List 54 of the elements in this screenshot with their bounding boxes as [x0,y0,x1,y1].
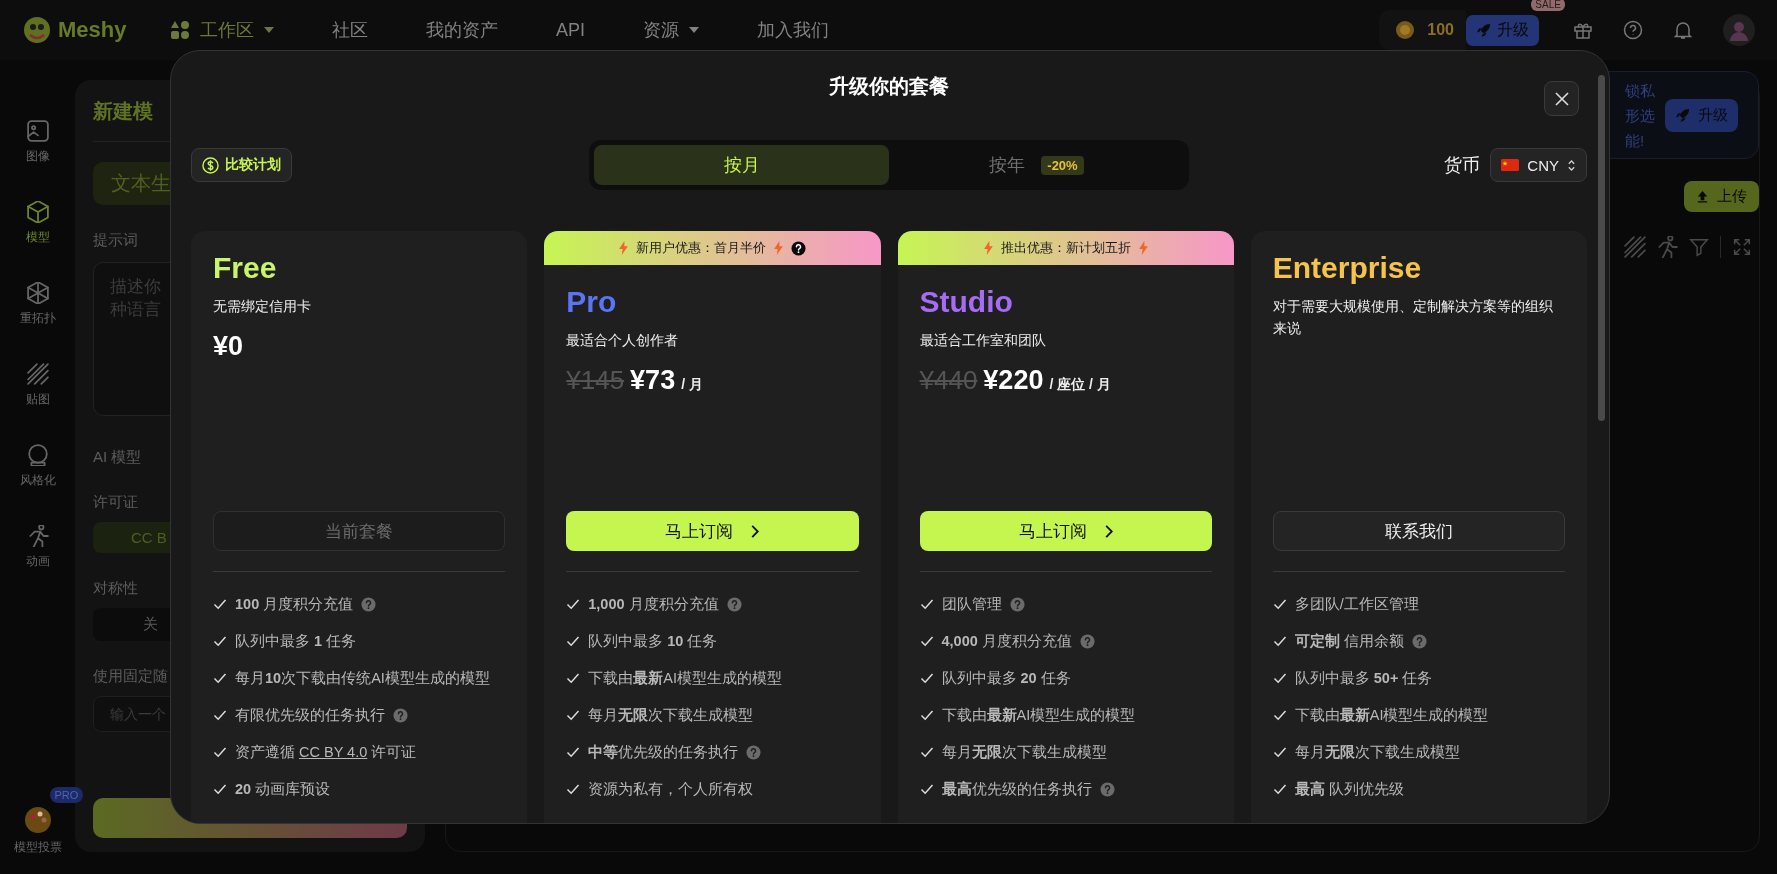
feature-text: 最高优先级的任务执行 [941,780,1092,799]
feature-text: 100 月度积分充值 [235,595,354,614]
price-unit: / 座位 / 月 [1049,376,1111,394]
feature-text: 多团队/工作区管理 [1294,595,1419,614]
banner-text: 新用户优惠：首月半价 [635,239,766,257]
plan-name: Enterprise [1272,251,1423,285]
plan-description: 最适合工作室和团队 [919,331,1047,350]
feature-text: 可定制 信用余额 [1294,632,1404,651]
feature-text: 下载由最新AI模型生成的模型 [1294,706,1489,725]
plan-description: 对于需要大规模使用、定制解决方案等的组织来说 [1272,297,1554,338]
feature-text: 20 动画库预设 [235,780,331,799]
feature-text: 队列中最多 10 任务 [588,632,718,651]
feature-text: 下载由最新AI模型生成的模型 [588,669,782,688]
feature-text: 4,000 月度积分充值 [941,632,1072,651]
feature-text: 团队管理 [941,595,1002,614]
sale-badge: SALE [1531,0,1565,11]
plan-price: ¥73 [630,365,676,396]
currency-label: 货币 [1444,154,1481,177]
field-label: 对称性 [93,579,138,598]
plan-name: Studio [919,285,1014,319]
feature-text: 资源为私有，个人所有权 [588,780,754,799]
feature-text: 队列中最多 1 任务 [235,632,357,651]
feature-text: 下载由最新AI模型生成的模型 [941,706,1136,725]
plan-description: 最适合个人创作者 [566,331,680,350]
feature-text: 有限优先级的任务执行 [235,706,385,725]
discount-badge: -20% [1041,155,1084,175]
feature-text: 队列中最多 20 任务 [941,669,1071,688]
field-label: 提示词 [93,231,138,250]
plan-price: ¥220 [983,365,1044,396]
price-unit: / 月 [681,376,703,394]
promo-text: 锁私 [1625,80,1655,101]
feature-text: 队列中最多 50+ 任务 [1294,669,1433,688]
field-label: AI 模型 [93,448,142,467]
plan-name: Pro [566,285,618,319]
feature-text: 最高 队列优先级 [1294,780,1404,799]
pro-badge: PRO [49,787,84,803]
feature-text: 每月无限次下载生成模型 [588,706,754,725]
field-label: 使用固定随 [93,667,168,686]
promo-text: 能! [1625,130,1646,151]
banner-text: 推出优惠：新计划五折 [1000,239,1131,257]
promo-text: 形选 [1625,105,1655,126]
credits-count: 100 [1427,21,1454,39]
field-label: 许可证 [93,493,138,512]
feature-text: 每月无限次下载生成模型 [1294,743,1460,762]
plan-description: 无需绑定信用卡 [213,297,312,316]
feature-text: 中等优先级的任务执行 [588,743,739,762]
plan-name: Free [213,251,278,285]
feature-text: 1,000 月度积分充值 [588,595,719,614]
logo-text: Meshy [58,17,127,43]
feature-text: 每月无限次下载生成模型 [941,743,1107,762]
panel-title: 新建模 [93,99,153,124]
feature-text: 资产遵循 CC BY 4.0 许可证 [235,743,417,762]
plan-price: ¥0 [213,331,244,362]
dialog-title: 升级你的套餐 [829,74,949,97]
